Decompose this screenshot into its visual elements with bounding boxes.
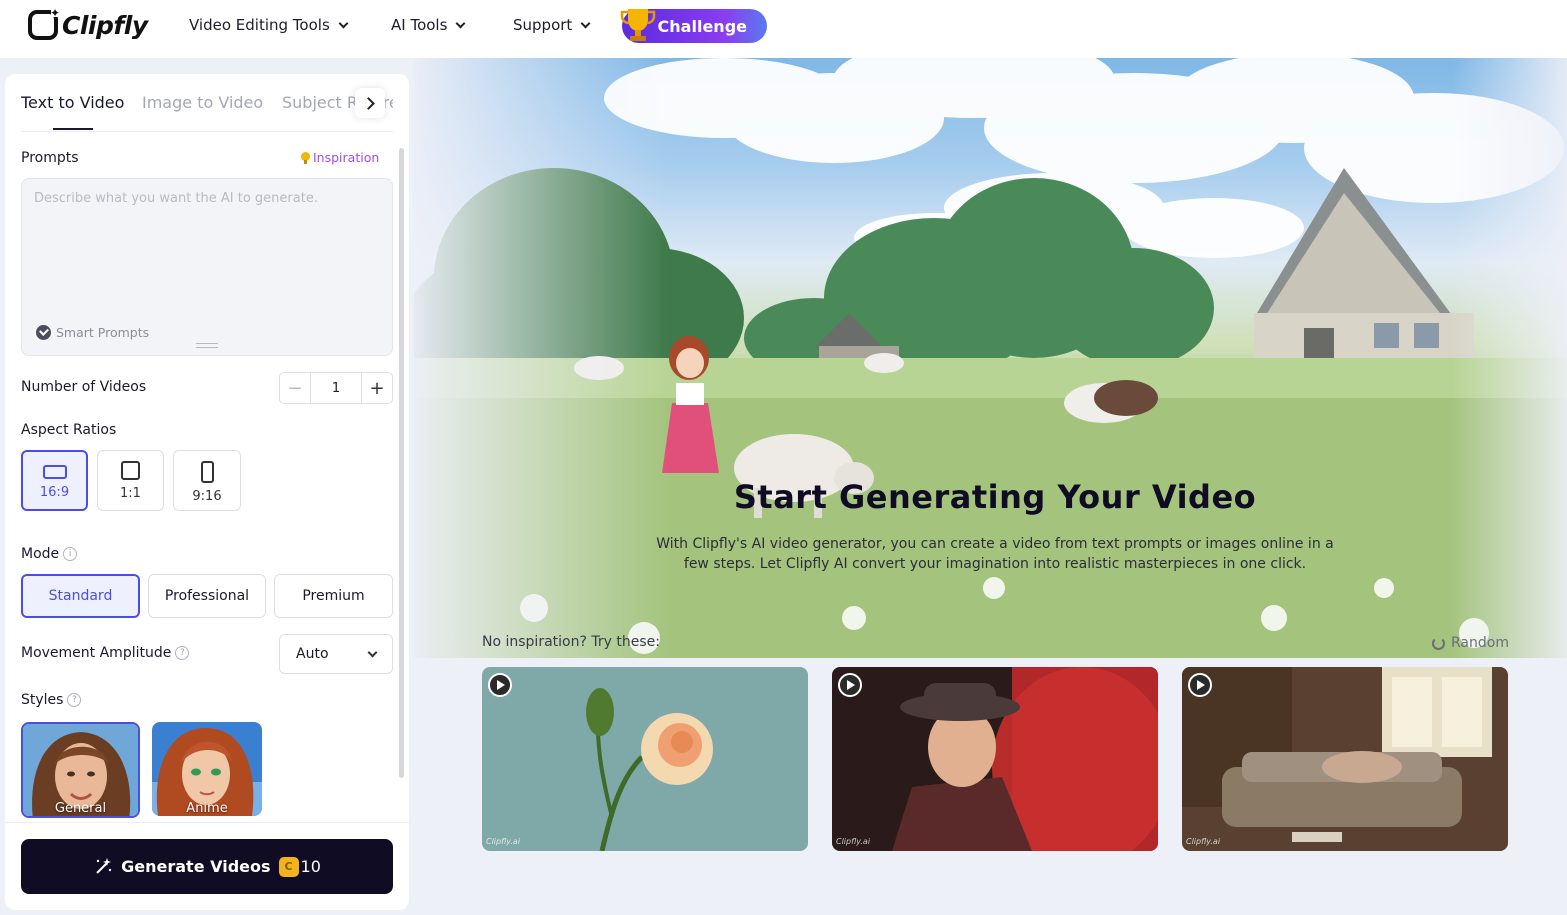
aspect-ratio-1-1[interactable]: 1:1: [97, 450, 164, 511]
style-general-card[interactable]: General: [21, 722, 140, 818]
play-icon: [1188, 673, 1212, 697]
scrollbar-thumb[interactable]: [399, 148, 404, 778]
challenge-button[interactable]: Challenge: [620, 9, 767, 43]
movement-amplitude-heading: Movement Amplitude?: [21, 645, 190, 661]
info-icon[interactable]: i: [63, 547, 78, 561]
check-circle-icon: [36, 325, 51, 340]
hero-title: Start Generating Your Video: [733, 478, 1257, 516]
number-of-videos-stepper: − 1 +: [279, 372, 393, 404]
hero-subtitle: With Clipfly's AI video generator, you c…: [656, 536, 1334, 572]
credit-cost: 10: [300, 857, 321, 876]
watermark: Clipfly.ai: [836, 837, 871, 846]
detective-thumbnail-image: [832, 667, 1158, 851]
generation-panel: Text to Video Image to Video Subject Ref…: [5, 74, 409, 910]
credit-coin-icon: C: [278, 856, 299, 877]
nav-label: Support: [513, 16, 573, 34]
trophy-icon: [620, 9, 656, 41]
random-button[interactable]: Random: [1432, 635, 1509, 651]
decrement-button[interactable]: −: [280, 373, 311, 403]
mode-premium-button[interactable]: Premium: [274, 574, 393, 618]
logo-icon: ✦: [28, 6, 61, 40]
example-video-rose[interactable]: Clipfly.ai: [482, 667, 808, 851]
try-these-label: No inspiration? Try these:: [482, 634, 660, 650]
inspiration-link[interactable]: Inspiration: [301, 150, 379, 165]
nav-support[interactable]: Support: [513, 16, 591, 34]
prompt-box: Smart Prompts: [21, 178, 393, 356]
number-of-videos-label: Number of Videos: [21, 379, 147, 395]
play-icon: [488, 673, 512, 697]
tab-text-to-video[interactable]: Text to Video: [21, 93, 124, 112]
chevron-down-icon: [455, 18, 466, 28]
watermark: Clipfly.ai: [486, 837, 521, 846]
tabs-scroll-right-button[interactable]: [355, 88, 385, 118]
aspect-ratio-9-16[interactable]: 9:16: [173, 450, 241, 511]
smart-prompts-label: Smart Prompts: [56, 325, 150, 340]
help-icon[interactable]: ?: [175, 646, 190, 660]
watermark: Clipfly.ai: [1186, 837, 1221, 846]
styles-label: Styles: [21, 692, 64, 708]
ratio-label: 9:16: [192, 489, 222, 504]
movement-amplitude-value: Auto: [296, 646, 329, 662]
increment-button[interactable]: +: [361, 373, 392, 403]
nav-label: Video Editing Tools: [189, 16, 330, 34]
chevron-down-icon: [367, 647, 378, 657]
mode-tabs: Text to Video Image to Video Subject Ref…: [21, 92, 393, 132]
play-icon: [838, 673, 862, 697]
ratio-label: 1:1: [120, 486, 141, 501]
landscape-icon: [42, 465, 67, 479]
portrait-icon: [200, 461, 214, 483]
example-video-detective[interactable]: Clipfly.ai: [832, 667, 1158, 851]
movement-amplitude-select[interactable]: Auto: [279, 634, 393, 674]
mode-professional-button[interactable]: Professional: [148, 574, 266, 618]
divider: [5, 822, 409, 823]
help-icon[interactable]: ?: [67, 693, 82, 707]
ratio-label: 16:9: [39, 485, 70, 500]
magic-wand-icon: [96, 857, 112, 874]
active-tab-indicator: [53, 128, 93, 130]
panel-scrollbar[interactable]: [399, 148, 405, 778]
prompt-input[interactable]: [34, 191, 382, 301]
style-label: General: [54, 801, 107, 816]
top-navigation-bar: ✦ Clipfly Video Editing Tools AI Tools S…: [0, 0, 1567, 58]
style-anime-card[interactable]: Anime: [152, 722, 262, 816]
chevron-right-icon: [361, 96, 375, 110]
prompts-label: Prompts: [21, 150, 79, 166]
generate-videos-button[interactable]: Generate Videos C 10: [21, 839, 393, 894]
nav-label: AI Tools: [391, 16, 448, 34]
mode-heading: Mode i: [21, 546, 78, 562]
rose-thumbnail-image: [482, 667, 808, 851]
inspiration-label: Inspiration: [313, 150, 380, 165]
nav-video-editing-tools[interactable]: Video Editing Tools: [189, 16, 349, 34]
movement-amplitude-label: Movement Amplitude: [21, 645, 172, 661]
styles-heading: Styles?: [21, 692, 82, 708]
chevron-down-icon: [338, 18, 349, 28]
living-room-thumbnail-image: [1182, 667, 1508, 851]
mode-label: Mode: [21, 546, 60, 562]
tab-image-to-video[interactable]: Image to Video: [142, 93, 263, 112]
square-icon: [121, 461, 140, 480]
smart-prompts-toggle[interactable]: Smart Prompts: [36, 325, 149, 340]
logo-text: Clipfly: [62, 10, 148, 40]
clipfly-logo[interactable]: ✦ Clipfly: [28, 6, 148, 40]
style-label: Anime: [186, 801, 228, 816]
aspect-ratios-label: Aspect Ratios: [21, 422, 117, 438]
number-of-videos-value[interactable]: 1: [311, 373, 361, 403]
mode-standard-button[interactable]: Standard: [21, 574, 140, 618]
example-video-living-room[interactable]: Clipfly.ai: [1182, 667, 1508, 851]
resize-handle[interactable]: [196, 343, 218, 348]
refresh-icon: [1432, 636, 1445, 650]
generate-label: Generate Videos: [121, 857, 271, 876]
chevron-down-icon: [580, 18, 591, 28]
random-label: Random: [1451, 635, 1509, 651]
nav-ai-tools[interactable]: AI Tools: [391, 16, 466, 34]
aspect-ratio-16-9[interactable]: 16:9: [21, 450, 88, 511]
challenge-label: Challenge: [657, 16, 747, 36]
lightbulb-icon: [301, 151, 310, 164]
